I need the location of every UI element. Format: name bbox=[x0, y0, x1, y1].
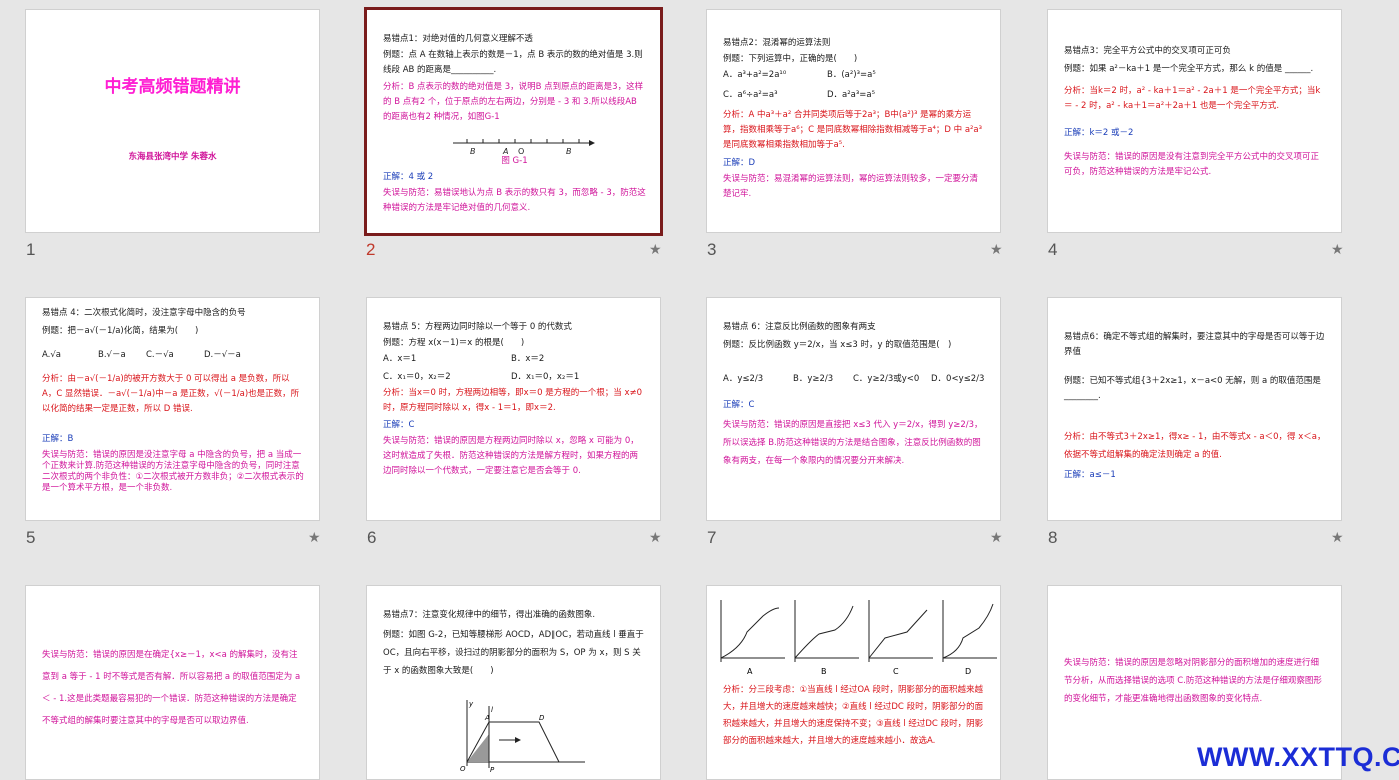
slide-thumbnail-7[interactable]: 易错点 6：注意反比例函数的图象有两支 例题：反比例函数 y＝2/x，当 x≤3… bbox=[706, 297, 1001, 521]
slide-number-4: 4 bbox=[1048, 240, 1058, 259]
slide-thumbnail-6[interactable]: 易错点 5：方程两边同时除以一个等于 0 的代数式 例题：方程 x(x－1)＝x… bbox=[366, 297, 661, 521]
star-icon[interactable]: ★ bbox=[990, 530, 1003, 546]
option-a: A．a³+a²=2a¹⁰ bbox=[723, 70, 787, 80]
slide-example: 例题：方程 x(x－1)＝x 的根是( ) bbox=[383, 338, 525, 348]
slide-head: 易错点6：确定不等式组的解集时，要注意其中的字母是否可以等于边界值 bbox=[1064, 332, 1325, 357]
slide-answer: 正解：D bbox=[723, 158, 756, 168]
slide-number-2: 2 bbox=[366, 240, 376, 259]
star-icon[interactable]: ★ bbox=[649, 530, 662, 546]
slide-thumbnail-4[interactable]: 易错点3：完全平方公式中的交叉项可正可负 例题：如果 a²－ka＋1 是一个完全… bbox=[1047, 9, 1342, 233]
svg-text:l: l bbox=[491, 706, 493, 714]
option-b: B．(a²)³=a⁵ bbox=[827, 70, 876, 80]
option-c: C．x₁＝0，x₂＝2 bbox=[383, 372, 451, 382]
slide-note: 失误与防范：错误的原因是在确定{x≥－1，x<a 的解集时，没有注意到 a 等于… bbox=[42, 650, 301, 726]
author-line: 东海县张湾中学 朱蓉水 bbox=[128, 152, 217, 162]
slide-analysis: 分析：当k＝2 时，a² - ka＋1＝a² - 2a＋1 是一个完全平方式；当… bbox=[1064, 86, 1321, 111]
svg-text:y: y bbox=[468, 700, 474, 708]
presentation-title: 中考高频错题精讲 bbox=[104, 77, 241, 97]
slide-analysis: 分析：B 点表示的数的绝对值是 3，说明B 点到原点的距离是3，这样的 B 点有… bbox=[383, 82, 644, 122]
slide-analysis: 分析：A 中a³＋a² 合并同类项后等于2a³；B中(a²)³ 是幂的乘方运算，… bbox=[723, 110, 983, 150]
answer-graphs: A B C D bbox=[720, 600, 997, 676]
slide-thumbnail-1[interactable]: 中考高频错题精讲 东海县张湾中学 朱蓉水 bbox=[25, 9, 320, 233]
slide-number-5: 5 bbox=[26, 528, 36, 547]
option-c: C．a⁶÷a²=a³ bbox=[723, 90, 778, 100]
trapezoid-figure: y l A D O P bbox=[460, 700, 585, 774]
slide-analysis: 分析：由－a√(－1/a)的被开方数大于 0 可以得出 a 是负数，所以 A，C… bbox=[42, 374, 300, 414]
svg-text:O: O bbox=[460, 765, 466, 773]
slide-answer: 正解：B bbox=[42, 434, 74, 444]
option-d: D．x₁＝0，x₂＝1 bbox=[511, 372, 580, 382]
star-icon[interactable]: ★ bbox=[1331, 242, 1344, 258]
slide-note: 失误与防范：易混淆幂的运算法则，幂的运算法则较多，一定要分清楚记牢. bbox=[723, 174, 979, 199]
graph-label-a: A bbox=[747, 667, 753, 676]
slide-thumbnail-9[interactable]: 失误与防范：错误的原因是在确定{x≥－1，x<a 的解集时，没有注意到 a 等于… bbox=[25, 585, 320, 780]
slide-head: 易错点 4：二次根式化简时，没注意字母中隐含的负号 bbox=[42, 308, 246, 318]
option-d: D．0<y≤2/3 bbox=[931, 374, 985, 384]
svg-text:P: P bbox=[490, 766, 495, 774]
slide-head: 易错点1：对绝对值的几何意义理解不透 bbox=[383, 34, 533, 44]
option-a: A．x＝1 bbox=[383, 354, 417, 364]
star-icon[interactable]: ★ bbox=[1331, 530, 1344, 546]
slide-note: 失误与防范：易错误地认为点 B 表示的数只有 3，而忽略 - 3，防范这种错误的… bbox=[383, 188, 646, 213]
slide-note: 失误与防范：错误的原因是方程两边同时除以 x，忽略 x 可能为 0，这时就造成了… bbox=[383, 436, 639, 476]
slide-example: 例题：把－a√(－1/a)化简，结果为( ) bbox=[42, 326, 199, 336]
slide-example: 例题：反比例函数 y＝2/x，当 x≤3 时，y 的取值范围是( ) bbox=[723, 340, 952, 350]
slide-number-8: 8 bbox=[1048, 528, 1058, 547]
option-b: B．y≥2/3 bbox=[793, 374, 834, 384]
slide-note: 失误与防范：错误的原因是没注意字母 a 中隐含的负号，把 a 当成一个正数来计算… bbox=[42, 450, 304, 493]
slide-head: 易错点 5：方程两边同时除以一个等于 0 的代数式 bbox=[383, 322, 572, 332]
slide-head: 易错点2：混淆幂的运算法则 bbox=[723, 38, 831, 48]
slide-thumbnail-10[interactable]: 易错点7：注意变化规律中的细节，得出准确的函数图象. 例题：如图 G-2，已知等… bbox=[366, 585, 661, 780]
slide-answer: 正解：k＝2 或－2 bbox=[1064, 128, 1134, 138]
option-b: B.√－a bbox=[98, 350, 126, 360]
option-c: C．y≥2/3或y<0 bbox=[853, 374, 920, 384]
svg-text:D: D bbox=[539, 714, 545, 722]
slide-head: 易错点7：注意变化规律中的细节，得出准确的函数图象. bbox=[383, 610, 596, 620]
slide-head: 易错点 6：注意反比例函数的图象有两支 bbox=[723, 322, 876, 332]
star-icon[interactable]: ★ bbox=[308, 530, 321, 546]
slide-thumbnail-2[interactable]: 易错点1：对绝对值的几何意义理解不透 例题：点 A 在数轴上表示的数是－1，点 … bbox=[364, 7, 663, 236]
slide-answer: 正解：4 或 2 bbox=[383, 172, 434, 182]
slide-number-7: 7 bbox=[707, 528, 717, 547]
slide-thumbnail-5[interactable]: 易错点 4：二次根式化简时，没注意字母中隐含的负号 例题：把－a√(－1/a)化… bbox=[25, 297, 320, 521]
slide-answer: 正解：a≤－1 bbox=[1064, 470, 1116, 480]
option-a: A．y≤2/3 bbox=[723, 374, 764, 384]
option-a: A.√a bbox=[42, 350, 61, 360]
star-icon[interactable]: ★ bbox=[990, 242, 1003, 258]
slide-head: 易错点3：完全平方公式中的交叉项可正可负 bbox=[1064, 46, 1231, 56]
star-icon[interactable]: ★ bbox=[649, 242, 662, 258]
slide-analysis: 分析：由不等式3＋2x≥1，得x≥ - 1，由不等式x - a＜0，得 x＜a，… bbox=[1064, 432, 1326, 460]
slide-example: 例题：点 A 在数轴上表示的数是－1，点 B 表示的数的绝对值是 3.则线段 A… bbox=[383, 50, 643, 75]
slide-number-1: 1 bbox=[26, 240, 36, 259]
slide-example: 例题：下列运算中，正确的是( ) bbox=[723, 54, 858, 64]
slide-thumbnail-11[interactable]: A B C D 分析：分三段考虑：①当直线 l 经过OA 段时，阴影部分的面积越… bbox=[706, 585, 1001, 780]
option-c: C.－√a bbox=[146, 350, 174, 360]
option-d: D.－√－a bbox=[204, 350, 241, 360]
graph-label-d: D bbox=[965, 667, 971, 676]
svg-text:A: A bbox=[484, 714, 490, 722]
slide-note: 失误与防范：错误的原因是直接把 x≤3 代入 y＝2/x，得到 y≥2/3，所以… bbox=[723, 420, 983, 466]
graph-label-b: B bbox=[821, 667, 827, 676]
site-watermark: WWW.XXTTQ.COM bbox=[1197, 742, 1399, 772]
slide-answer: 正解：C bbox=[383, 420, 415, 430]
option-b: B．x＝2 bbox=[511, 354, 545, 364]
slide-example: 例题：如果 a²－ka＋1 是一个完全平方式，那么 k 的值是 ______. bbox=[1064, 64, 1314, 74]
slide-number-6: 6 bbox=[367, 528, 377, 547]
slide-analysis: 分析：分三段考虑：①当直线 l 经过OA 段时，阴影部分的面积越来越大，并且增大… bbox=[723, 685, 984, 746]
slide-example: 例题：已知不等式组{3＋2x≥1，x－a<0 无解，则 a 的取值范围是____… bbox=[1064, 376, 1321, 401]
slide-thumbnail-8[interactable]: 易错点6：确定不等式组的解集时，要注意其中的字母是否可以等于边界值 例题：已知不… bbox=[1047, 297, 1342, 521]
slide-number-3: 3 bbox=[707, 240, 717, 259]
slide-note: 失误与防范：错误的原因是忽略对阴影部分的面积增加的速度进行细节分析，从而选择错误… bbox=[1064, 658, 1322, 704]
slide-thumbnail-3[interactable]: 易错点2：混淆幂的运算法则 例题：下列运算中，正确的是( ) A．a³+a²=2… bbox=[706, 9, 1001, 233]
slide-example: 例题：如图 G-2，已知等腰梯形 AOCD，AD∥OC，若动直线 l 垂直于 O… bbox=[383, 630, 644, 676]
graph-label-c: C bbox=[893, 667, 899, 676]
figure-caption: 图 G-1 bbox=[501, 156, 528, 166]
slide-analysis: 分析：当x＝0 时，方程两边相等，即x＝0 是方程的一个根；当 x≠0 时，原方… bbox=[383, 388, 643, 413]
option-d: D．a²a³=a⁵ bbox=[827, 90, 876, 100]
slide-answer: 正解：C bbox=[723, 400, 755, 410]
slide-note: 失误与防范：错误的原因是没有注意到完全平方公式中的交叉项可正可负，防范这种错误的… bbox=[1064, 152, 1320, 177]
